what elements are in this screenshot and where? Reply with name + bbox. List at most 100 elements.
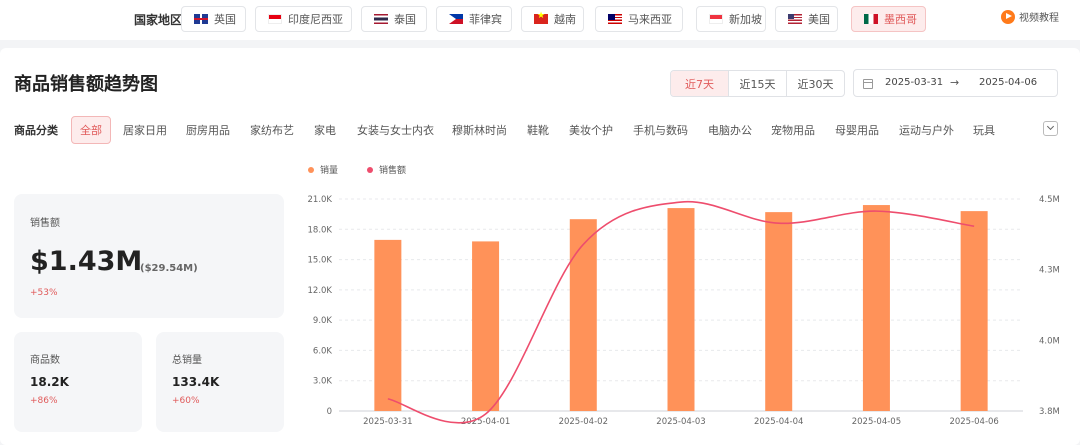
arrow-right-icon: → [950, 76, 960, 89]
bar-volume [667, 208, 695, 411]
date-start: 2025-03-31 [885, 77, 944, 88]
sales-trend-panel: 商品销售额趋势图 近7天 近15天 近30天 2025-03-31 → 2025… [0, 48, 1080, 445]
sales-stat-change: +53% [30, 288, 58, 298]
category-tab[interactable]: 厨房用品 [186, 122, 230, 138]
legend-swatch-sales [367, 166, 373, 173]
indonesia-flag-icon [268, 14, 282, 24]
volume-stat-label: 总销量 [172, 355, 202, 366]
usa-flag-icon [788, 14, 802, 24]
legend-label-volume: 销量 [320, 166, 339, 176]
category-tab[interactable]: 穆斯林时尚 [452, 122, 507, 138]
country-button-indonesia[interactable]: 印度尼西亚 [255, 6, 352, 32]
category-tab[interactable]: 全部 [71, 116, 111, 144]
y-left-tick-label: 0 [327, 407, 332, 417]
legend-item-sales[interactable]: 销售额 [367, 163, 406, 176]
bar-volume [569, 219, 597, 411]
category-tab[interactable]: 居家日用 [123, 122, 167, 138]
country-button-malaysia[interactable]: 马来西亚 [595, 6, 683, 32]
range-15-days-button[interactable]: 近15天 [729, 71, 787, 96]
volume-stat-change: +60% [172, 396, 200, 406]
legend-label-sales: 销售额 [379, 166, 407, 176]
x-tick-label: 2025-04-04 [754, 417, 803, 427]
country-button-mexico[interactable]: 墨西哥 [851, 6, 926, 32]
x-tick-label: 2025-04-05 [852, 417, 901, 427]
mexico-flag-icon [864, 14, 878, 24]
y-right-tick-label: 4.5M [1039, 195, 1060, 205]
date-range-picker[interactable]: 2025-03-31 → 2025-04-06 [853, 69, 1058, 97]
y-left-tick-label: 15.0K [308, 256, 333, 266]
category-tab[interactable]: 鞋靴 [527, 122, 549, 138]
category-tab[interactable]: 手机与数码 [633, 122, 688, 138]
x-tick-label: 2025-04-06 [949, 417, 998, 427]
y-left-tick-label: 9.0K [313, 316, 333, 326]
category-tab[interactable]: 宠物用品 [771, 122, 815, 138]
country-button-uk[interactable]: 英国 [181, 6, 246, 32]
products-stat-card: 商品数 18.2K +86% [14, 332, 142, 432]
legend-item-volume[interactable]: 销量 [308, 163, 338, 176]
category-tab[interactable]: 女装与女士内衣 [357, 122, 434, 138]
malaysia-flag-icon [608, 14, 622, 24]
sales-stat-total: ($29.54M) [140, 263, 198, 274]
country-button-singapore[interactable]: 新加坡 [696, 6, 766, 32]
category-tab[interactable]: 玩具 [973, 122, 995, 138]
country-name: 越南 [554, 13, 576, 26]
country-name: 美国 [808, 13, 830, 26]
philippines-flag-icon [449, 14, 463, 24]
category-tab[interactable]: 美妆个护 [569, 122, 613, 138]
category-tab[interactable]: 母婴用品 [835, 122, 879, 138]
category-tab[interactable]: 运动与户外 [899, 122, 954, 138]
country-name: 新加坡 [729, 13, 762, 26]
country-name: 菲律宾 [469, 13, 502, 26]
uk-flag-icon [194, 14, 208, 24]
country-filter-bar: 国家地区 英国 印度尼西亚 泰国 菲律宾 越南 马来西亚 新加坡 美国 墨西哥 视频教程 [0, 0, 1080, 40]
chevron-down-icon[interactable] [1043, 121, 1058, 136]
x-tick-label: 2025-04-03 [656, 417, 705, 427]
country-button-thailand[interactable]: 泰国 [361, 6, 427, 32]
video-tutorial-link[interactable]: 视频教程 [1001, 9, 1059, 24]
legend-swatch-volume [308, 166, 314, 173]
range-30-days-button[interactable]: 近30天 [787, 71, 844, 96]
range-7-days-button[interactable]: 近7天 [671, 71, 729, 96]
bar-volume [765, 212, 793, 411]
date-range-selector: 近7天 近15天 近30天 [670, 70, 845, 97]
singapore-flag-icon [709, 14, 723, 24]
y-right-tick-label: 4.0M [1039, 336, 1060, 346]
date-end: 2025-04-06 [979, 77, 1038, 88]
country-button-usa[interactable]: 美国 [775, 6, 838, 32]
country-name: 泰国 [394, 13, 416, 26]
products-stat-label: 商品数 [30, 355, 60, 366]
country-name: 墨西哥 [884, 13, 917, 26]
calendar-icon [863, 79, 873, 89]
bar-volume [862, 205, 890, 411]
category-label: 商品分类 [14, 124, 58, 137]
country-label: 国家地区 [134, 13, 183, 27]
page-title: 商品销售额趋势图 [14, 74, 158, 95]
thailand-flag-icon [374, 14, 388, 24]
play-icon [1001, 9, 1015, 24]
bar-volume [472, 241, 500, 411]
y-left-tick-label: 3.0K [313, 377, 333, 387]
video-tutorial-label: 视频教程 [1019, 13, 1059, 24]
bar-volume [374, 239, 402, 411]
country-name: 英国 [214, 13, 236, 26]
y-left-tick-label: 6.0K [313, 346, 333, 356]
sales-trend-chart: 0 3.0K 6.0K 9.0K 12.0K 15.0K 18.0K 21.0K 3.8M 4.0… [308, 195, 1060, 427]
country-button-philippines[interactable]: 菲律宾 [436, 6, 512, 32]
country-button-vietnam[interactable]: 越南 [521, 6, 584, 32]
sales-stat-card: 销售额 $1.43M ($29.54M) +53% [14, 194, 284, 318]
vietnam-flag-icon [534, 11, 548, 24]
x-tick-label: 2025-04-02 [559, 417, 608, 427]
y-left-tick-label: 12.0K [308, 286, 333, 296]
category-tab[interactable]: 家纺布艺 [250, 122, 294, 138]
y-left-tick-label: 21.0K [308, 195, 333, 205]
y-right-tick-label: 4.3M [1039, 266, 1060, 276]
products-stat-change: +86% [30, 396, 58, 406]
country-name: 马来西亚 [628, 13, 672, 26]
category-tab[interactable]: 家电 [314, 122, 336, 138]
y-right-tick-label: 3.8M [1039, 407, 1060, 417]
sales-stat-label: 销售额 [30, 218, 60, 229]
volume-stat-value: 133.4K [172, 375, 220, 389]
y-left-tick-label: 18.0K [308, 225, 333, 235]
category-tab[interactable]: 电脑办公 [708, 122, 752, 138]
products-stat-value: 18.2K [30, 375, 69, 389]
